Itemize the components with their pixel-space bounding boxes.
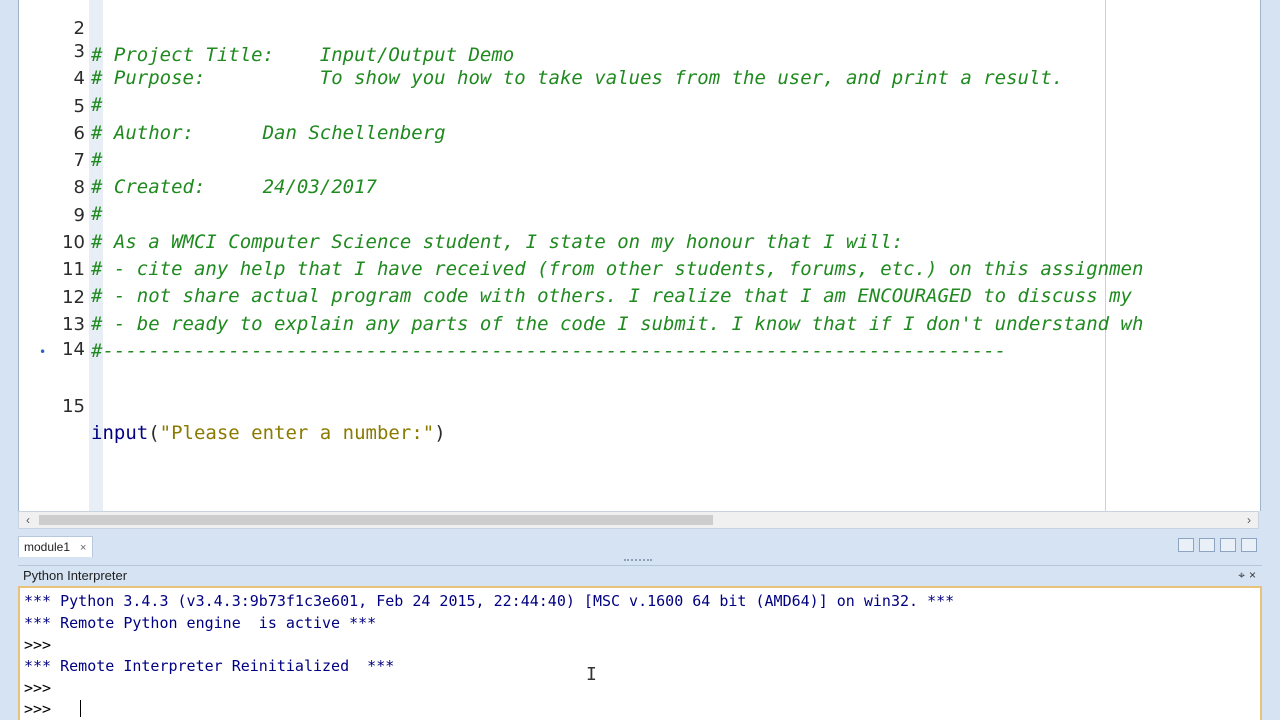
document-tab-strip: module1 × [18,535,1259,557]
open-paren: ( [148,422,160,444]
code-line[interactable]: 11 # - not share actual program code wit… [19,229,1260,307]
code-line[interactable]: 12 # - be ready to explain any parts of … [19,257,1260,335]
console-line: *** Python 3.4.3 (v3.4.3:9b73f1c3e601, F… [24,592,955,610]
code-line[interactable]: 10 # - cite any help that I have receive… [19,202,1260,280]
string-literal: "Please enter a number:" [159,422,435,444]
code-editor[interactable]: 2 # Project Title: Input/Output Demo 3 #… [18,0,1261,511]
tile-icon[interactable] [1199,538,1215,552]
scroll-right-icon[interactable]: › [1240,512,1258,528]
function-name: input [91,422,149,444]
code-line[interactable]: 3 # Purpose: To show you how to take val… [19,11,1260,89]
console-line: *** Remote Python engine is active *** [24,614,377,632]
interpreter-panel-header: Python Interpreter ⌖ × [18,565,1262,586]
panel-splitter[interactable] [0,557,1280,565]
editor-horizontal-scrollbar[interactable]: ‹ › [18,511,1259,529]
tab-module1[interactable]: module1 × [18,536,94,557]
window-list-icon[interactable] [1178,538,1194,552]
console-line: *** Remote Interpreter Reinitialized *** [24,657,395,675]
code-line[interactable]: 5 # Author: Dan Schellenberg [19,66,1260,144]
scroll-left-icon[interactable]: ‹ [19,512,37,528]
ibeam-cursor-icon: I [586,664,597,685]
panel-close-icon[interactable]: × [1249,568,1256,582]
code-line[interactable]: 13 #------------------------------------… [19,284,1260,362]
maximize-icon[interactable] [1241,538,1257,552]
close-paren: ) [434,422,446,444]
scrollbar-thumb[interactable] [39,515,713,525]
code-line[interactable]: 9 # As a WMCI Computer Science student, … [19,175,1260,253]
code-line[interactable]: 4 # [19,38,1260,116]
pin-icon[interactable]: ⌖ [1238,568,1245,582]
tab-toolbar [1173,538,1257,554]
tab-label: module1 [24,540,71,554]
modified-line-marker: • [39,345,47,359]
panel-title: Python Interpreter [23,568,128,583]
line-number: 15 [62,396,85,417]
console-prompt: >>> [24,679,52,697]
interpreter-console[interactable]: *** Python 3.4.3 (v3.4.3:9b73f1c3e601, F… [18,586,1262,720]
console-input-prompt[interactable]: >>> [24,699,60,720]
code-line[interactable]: 7 # Created: 24/03/2017 [19,120,1260,198]
tab-close-icon[interactable]: × [80,542,86,554]
code-line[interactable]: 8 # [19,147,1260,225]
code-line[interactable]: 14 [19,309,1260,360]
code-line-current[interactable]: • 15 input("Please enter a number:") [19,339,1260,444]
splitter-grip-icon[interactable] [624,559,652,563]
console-prompt: >>> [24,636,52,654]
code-line[interactable]: 6 # [19,93,1260,171]
cascade-icon[interactable] [1220,538,1236,552]
text-caret [80,700,81,717]
